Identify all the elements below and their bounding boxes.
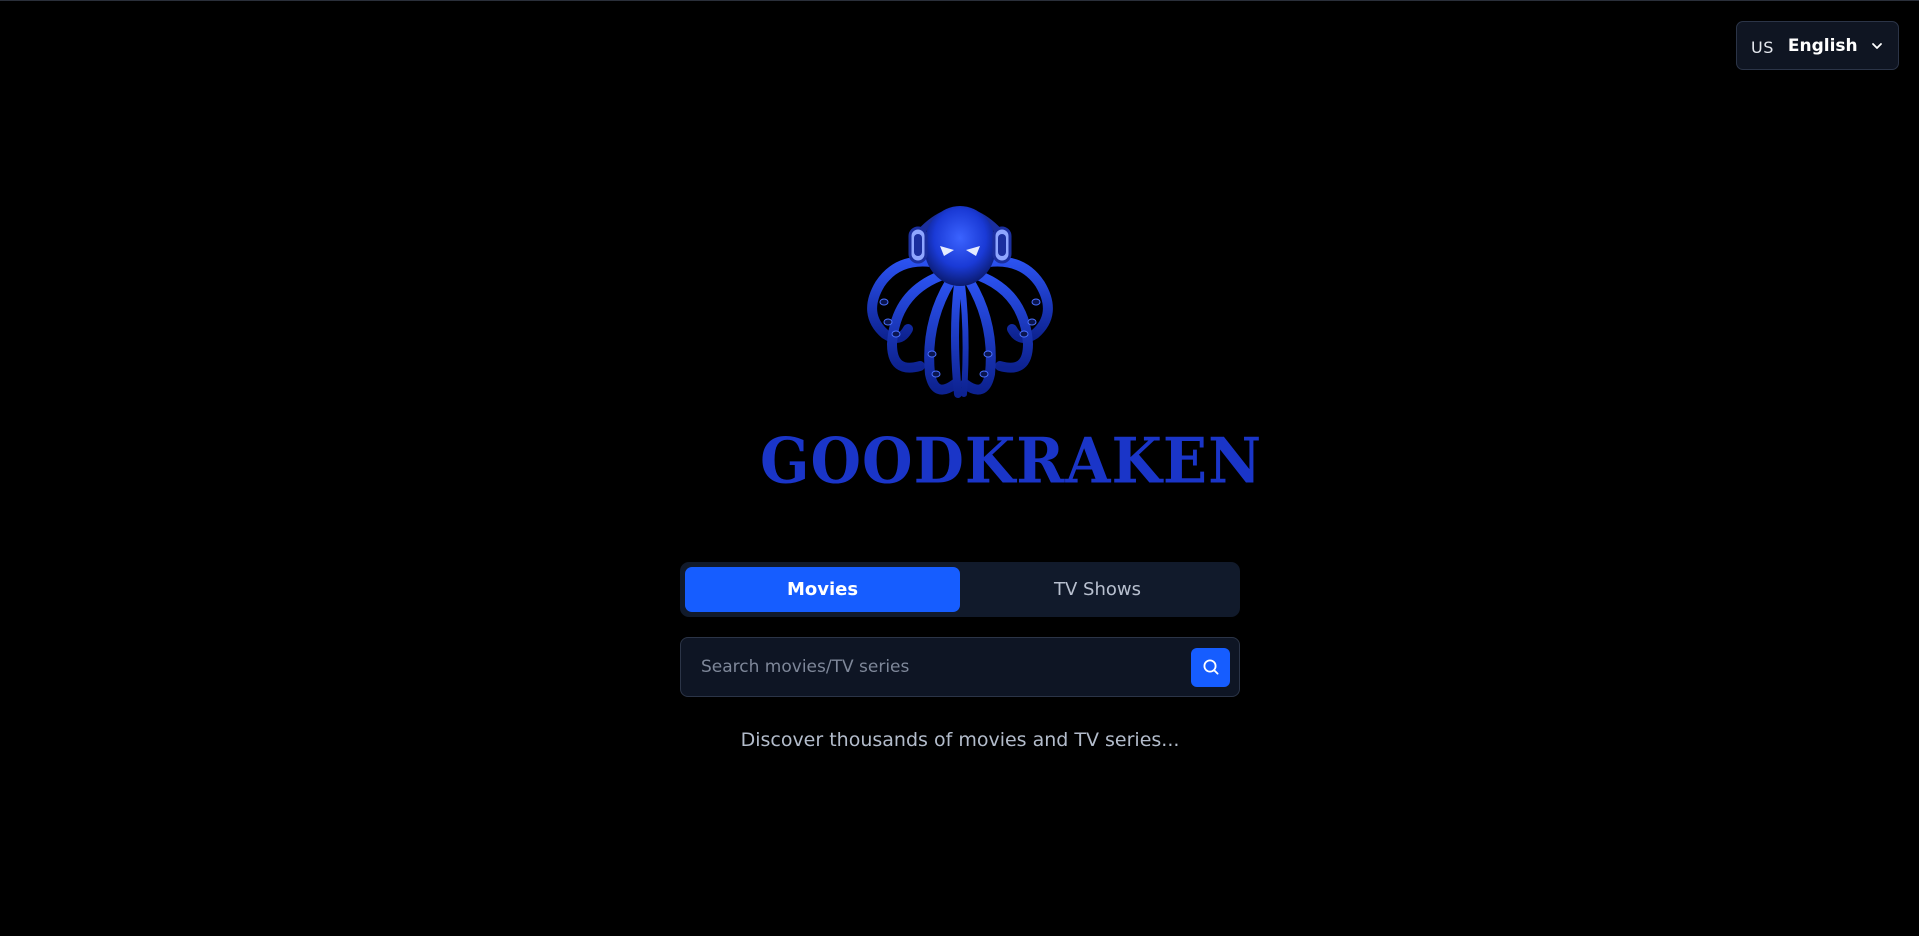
flag-us: US: [1751, 37, 1774, 57]
search-bar: [680, 637, 1240, 697]
language-selector[interactable]: US English: [1736, 21, 1899, 70]
page: US English GOODKRAKEN Movies TV Shows Se…: [0, 0, 1919, 936]
language-label: English: [1787, 35, 1858, 56]
brand-name: GOODKRAKEN: [760, 424, 1263, 498]
tab-movies[interactable]: Movies: [685, 567, 960, 612]
search-button[interactable]: [1191, 647, 1230, 687]
chevron-down-icon: [1870, 39, 1884, 53]
media-type-tabs: Movies TV Shows: [680, 562, 1240, 617]
tagline: Discover thousands of movies and TV seri…: [740, 729, 1180, 751]
search-icon: [1202, 658, 1220, 676]
tab-tv-shows[interactable]: TV Shows: [960, 567, 1235, 612]
search-input[interactable]: [681, 637, 1191, 697]
octopus-logo-icon: [840, 184, 1080, 420]
